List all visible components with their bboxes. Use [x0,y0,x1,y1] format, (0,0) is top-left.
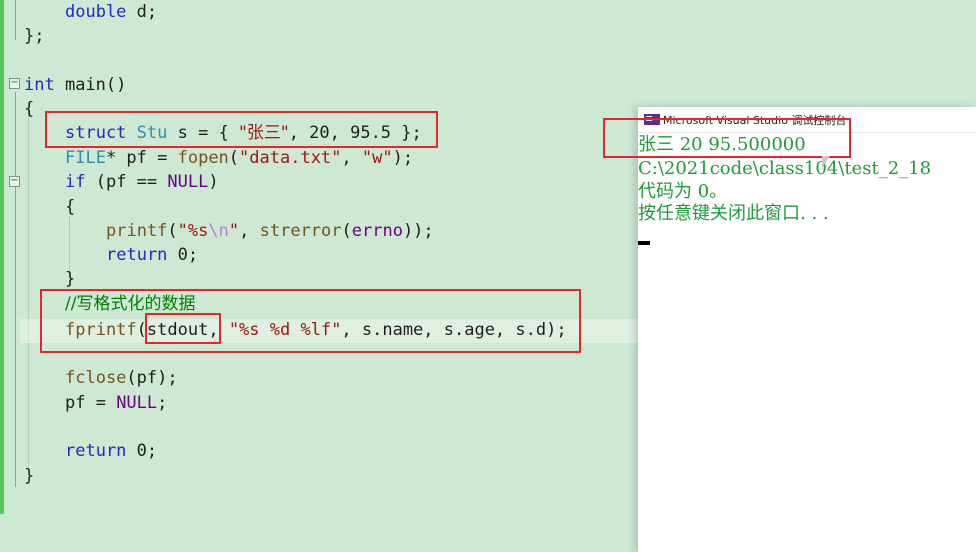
code-line: { [65,197,76,217]
change-tracking-bar [0,0,4,514]
code-line-return: return 0; [65,441,158,461]
annotation-box-struct [45,111,438,148]
console-output-line: 代码为 0。 [638,181,728,202]
annotation-box-output [603,118,851,158]
code-line-if: if (pf == NULL) [65,172,219,192]
outline-line [15,92,16,487]
code-line-null: pf = NULL; [65,393,168,413]
annotation-box-stdout [145,313,221,344]
code-line: } [65,269,76,289]
code-line-return: return 0; [106,245,199,265]
code-line-fclose: fclose(pf); [65,368,178,388]
code-line-fopen: FILE* pf = fopen("data.txt", "w"); [65,148,414,168]
code-line: }; [24,26,45,46]
code-line-main: int main() [24,75,127,95]
indent-guide [28,108,29,468]
code-line: { [24,99,35,119]
fold-if-icon[interactable]: − [9,176,20,187]
mouse-pointer-icon [822,156,830,168]
console-output-line: C:\2021code\class104\test_2_18 [638,158,932,179]
console-output-line: 按任意键关闭此窗口. . . [638,203,829,224]
console-cursor [638,241,650,245]
code-line: } [24,466,35,486]
debug-console-window[interactable]: Microsoft Visual Studio 调试控制台 张三 20 95.5… [638,107,976,552]
code-line: double d; [65,2,158,22]
code-line-printf: printf("%s\n", strerror(errno)); [106,221,434,241]
outline-line [15,0,16,40]
fold-main-icon[interactable]: − [9,78,20,89]
annotation-box-fprintf [40,289,581,353]
